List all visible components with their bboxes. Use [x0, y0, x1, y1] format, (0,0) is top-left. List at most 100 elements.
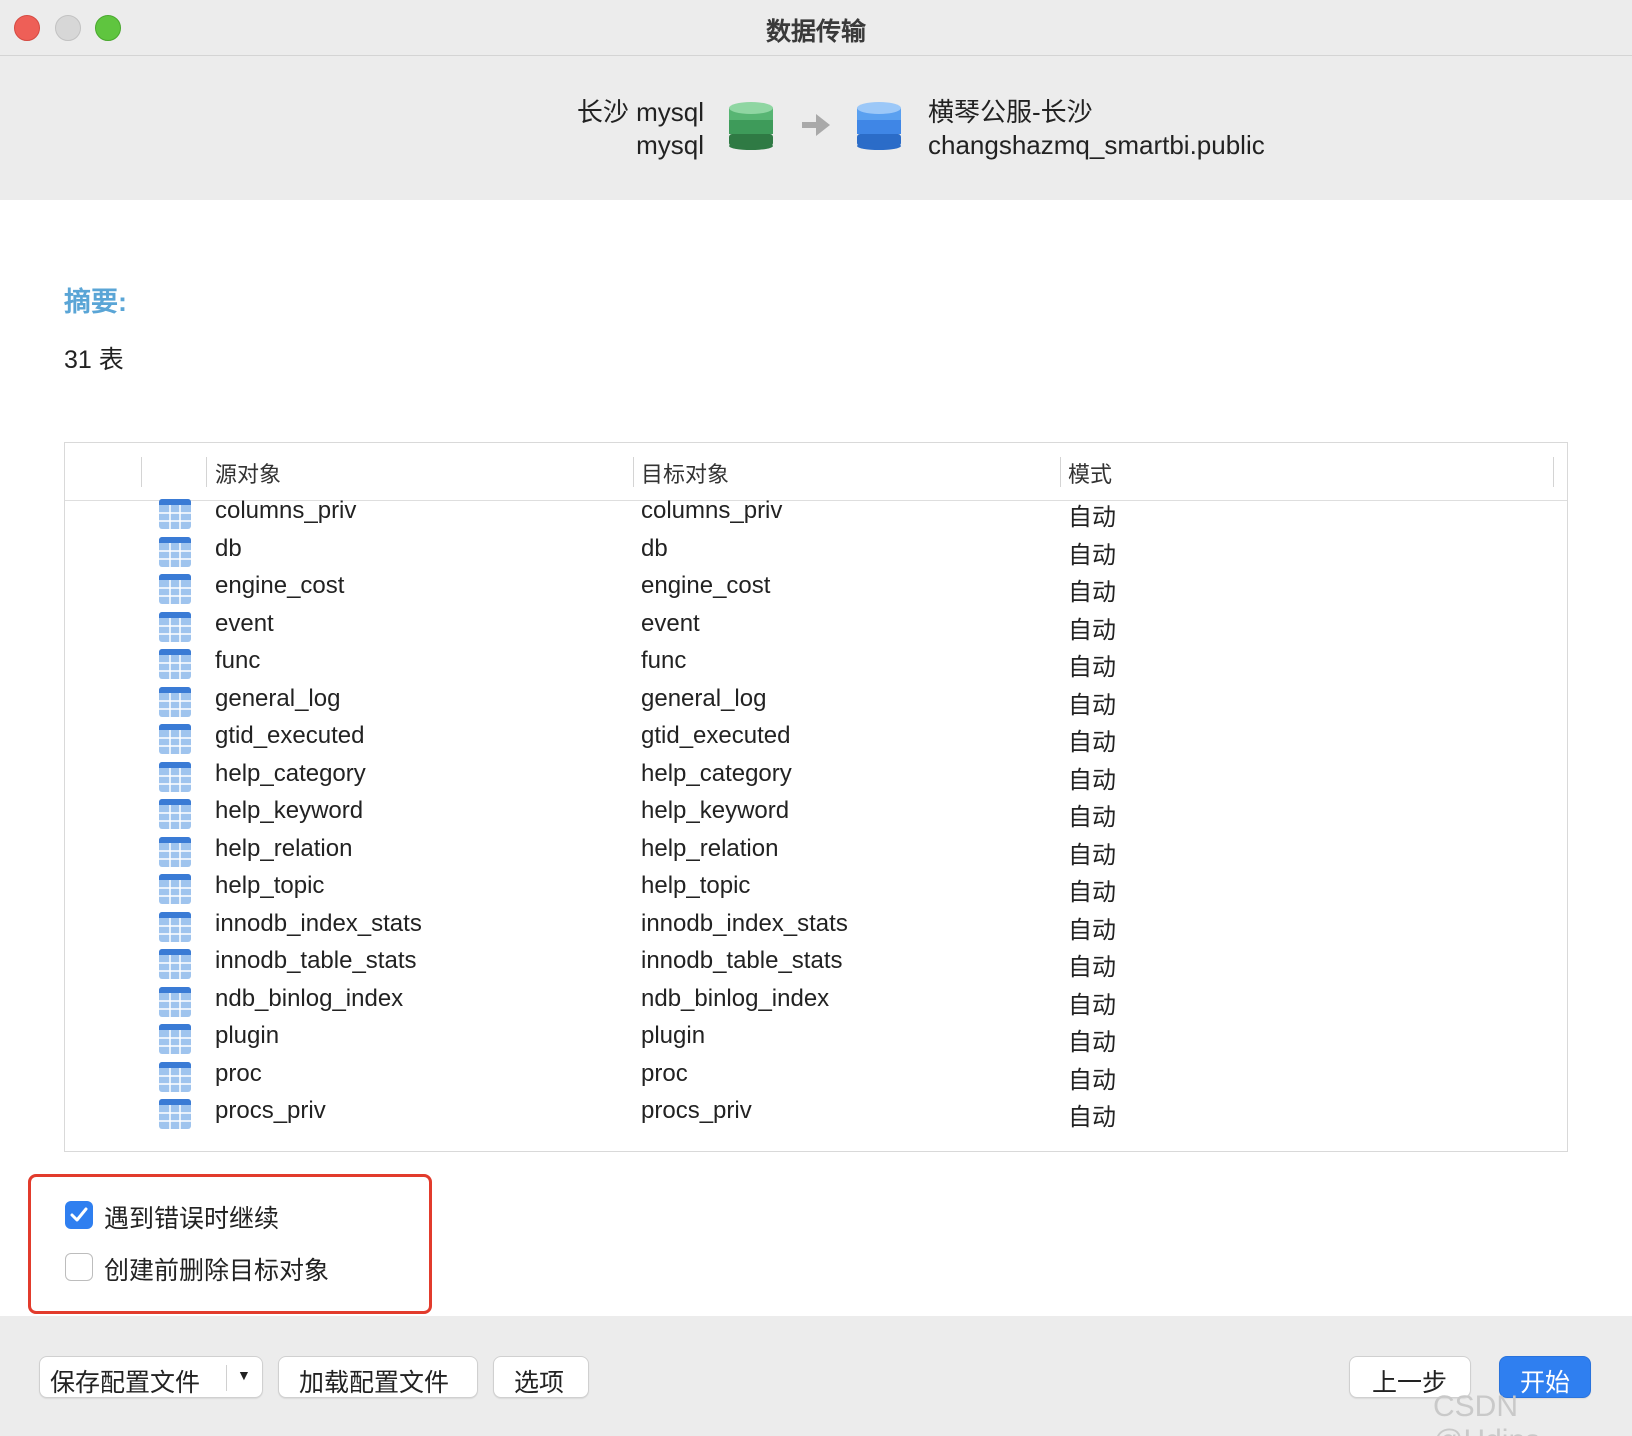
source-object-cell: func	[215, 647, 261, 674]
table-row[interactable]: help_category help_category 自动	[65, 758, 1567, 796]
target-database: changshazmq_smartbi.public	[928, 130, 1265, 160]
source-info: 长沙 mysql mysql	[577, 96, 704, 162]
table-row[interactable]: ndb_binlog_index ndb_binlog_index 自动	[65, 983, 1567, 1021]
mode-cell[interactable]: 自动	[1068, 499, 1116, 532]
title-bar: 数据传输	[0, 0, 1632, 56]
table-row[interactable]: plugin plugin 自动	[65, 1020, 1567, 1058]
target-info: 横琴公服-长沙 changshazmq_smartbi.public	[928, 96, 1265, 162]
table-row[interactable]: func func 自动	[65, 645, 1567, 683]
mode-cell[interactable]: 自动	[1068, 610, 1116, 645]
target-object-cell: proc	[641, 1059, 688, 1087]
options-button[interactable]: 选项	[493, 1356, 589, 1398]
source-object-cell: general_log	[215, 684, 341, 712]
mode-cell[interactable]: 自动	[1068, 1097, 1116, 1132]
target-object-cell: engine_cost	[641, 572, 771, 599]
target-object-cell: help_relation	[641, 834, 779, 862]
checkmark-icon	[70, 1207, 88, 1222]
column-separator[interactable]	[633, 457, 634, 487]
options-label: 选项	[514, 1369, 565, 1397]
mode-cell[interactable]: 自动	[1068, 872, 1116, 907]
target-object-cell: innodb_table_stats	[641, 947, 843, 974]
table-row[interactable]: procs_priv procs_priv 自动	[65, 1095, 1567, 1133]
table-row[interactable]: proc proc 自动	[65, 1058, 1567, 1096]
mode-cell[interactable]: 自动	[1068, 835, 1116, 870]
table-icon	[159, 686, 191, 717]
table-row[interactable]: event event 自动	[65, 608, 1567, 646]
target-object-cell: innodb_index_stats	[641, 909, 848, 937]
table-icon	[159, 649, 191, 679]
source-object-cell: help_topic	[215, 872, 325, 899]
source-object-cell: ndb_binlog_index	[215, 984, 404, 1012]
target-object-cell: general_log	[641, 684, 767, 712]
transfer-options-highlight: 遇到错误时继续 创建前删除目标对象	[28, 1174, 432, 1314]
column-header-mode[interactable]: 模式	[1068, 457, 1112, 489]
table-body: columns_priv columns_priv 自动 db db 自动 engine_c…	[65, 499, 1567, 1149]
objects-table[interactable]: 源对象 目标对象 模式 columns_priv columns_priv 自动 db…	[64, 442, 1568, 1152]
mode-cell[interactable]: 自动	[1068, 947, 1116, 982]
source-object-cell: innodb_index_stats	[215, 909, 422, 937]
column-header-target[interactable]: 目标对象	[641, 457, 729, 489]
table-header: 源对象 目标对象 模式	[65, 443, 1567, 501]
table-row[interactable]: innodb_index_stats innodb_index_stats 自动	[65, 908, 1567, 946]
summary-title: 摘要:	[64, 287, 127, 317]
source-object-cell: plugin	[215, 1022, 280, 1049]
target-object-cell: help_keyword	[641, 797, 790, 824]
mode-cell[interactable]: 自动	[1068, 760, 1116, 795]
table-row[interactable]: help_topic help_topic 自动	[65, 870, 1567, 908]
table-row[interactable]: engine_cost engine_cost 自动	[65, 570, 1567, 608]
column-separator[interactable]	[141, 457, 142, 487]
continue-on-error-checkbox[interactable]	[65, 1201, 93, 1229]
table-row[interactable]: innodb_table_stats innodb_table_stats 自动	[65, 945, 1567, 983]
target-object-cell: event	[641, 609, 700, 637]
table-row[interactable]: columns_priv columns_priv 自动	[65, 499, 1567, 533]
drop-before-create-checkbox[interactable]	[65, 1253, 93, 1281]
mode-cell[interactable]: 自动	[1068, 685, 1116, 720]
table-icon	[159, 1061, 191, 1092]
continue-on-error-label[interactable]: 遇到错误时继续	[104, 1199, 279, 1235]
mode-cell[interactable]: 自动	[1068, 1060, 1116, 1095]
target-object-cell: gtid_executed	[641, 722, 791, 749]
table-icon	[159, 536, 191, 567]
source-object-cell: gtid_executed	[215, 722, 365, 749]
table-row[interactable]: help_keyword help_keyword 自动	[65, 795, 1567, 833]
table-row[interactable]: general_log general_log 自动	[65, 683, 1567, 721]
target-object-cell: func	[641, 647, 687, 674]
drop-before-create-label[interactable]: 创建前删除目标对象	[104, 1251, 329, 1287]
mode-cell[interactable]: 自动	[1068, 910, 1116, 945]
table-row[interactable]: help_relation help_relation 自动	[65, 833, 1567, 871]
source-object-cell: help_keyword	[215, 797, 364, 824]
source-object-cell: event	[215, 609, 274, 637]
target-object-cell: help_category	[641, 759, 792, 787]
table-row[interactable]: db db 自动	[65, 533, 1567, 571]
dropdown-caret-icon[interactable]: ▼	[237, 1367, 251, 1383]
target-object-cell: plugin	[641, 1022, 706, 1049]
arrow-right-icon	[802, 114, 830, 136]
mode-cell[interactable]: 自动	[1068, 572, 1116, 607]
mode-cell[interactable]: 自动	[1068, 535, 1116, 570]
source-database: mysql	[636, 130, 704, 160]
target-object-cell: db	[641, 534, 668, 562]
footer-bar: 保存配置文件 ▼ 加载配置文件 选项 上一步 开始	[0, 1316, 1632, 1436]
mode-cell[interactable]: 自动	[1068, 797, 1116, 832]
mode-cell[interactable]: 自动	[1068, 985, 1116, 1020]
source-connection: 长沙 mysql	[576, 97, 704, 127]
column-separator[interactable]	[206, 457, 207, 487]
table-icon	[159, 1099, 191, 1129]
table-icon	[159, 874, 191, 904]
table-icon	[159, 611, 191, 642]
mode-cell[interactable]: 自动	[1068, 722, 1116, 757]
table-row[interactable]: gtid_executed gtid_executed 自动	[65, 720, 1567, 758]
column-header-source[interactable]: 源对象	[215, 457, 281, 489]
source-object-cell: proc	[215, 1059, 262, 1087]
column-separator[interactable]	[1060, 457, 1061, 487]
button-divider	[226, 1365, 227, 1391]
table-icon	[159, 986, 191, 1017]
source-object-cell: db	[215, 534, 242, 562]
mode-cell[interactable]: 自动	[1068, 647, 1116, 682]
load-profile-button[interactable]: 加载配置文件	[278, 1356, 478, 1398]
save-profile-label: 保存配置文件	[50, 1369, 201, 1397]
target-object-cell: ndb_binlog_index	[641, 984, 830, 1012]
column-separator[interactable]	[1553, 457, 1554, 487]
mode-cell[interactable]: 自动	[1068, 1022, 1116, 1057]
save-profile-button[interactable]: 保存配置文件 ▼	[39, 1356, 263, 1398]
